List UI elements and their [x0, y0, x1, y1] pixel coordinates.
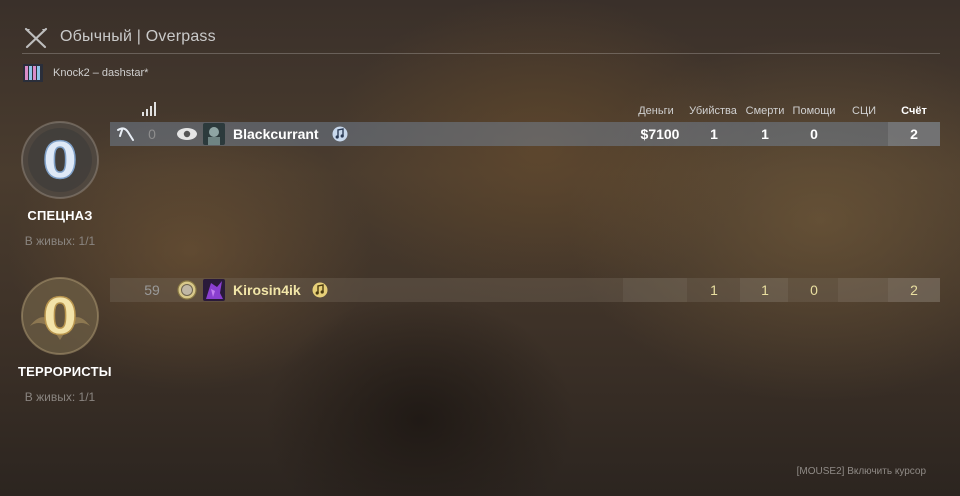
money-cell — [623, 278, 687, 302]
team-t-panel: 0 ТЕРРОРИСТЫ В живых: 1/1 — [18, 274, 112, 414]
column-header-deaths: Смерти — [745, 105, 785, 117]
server-name: Knock2 – dashstar* — [53, 67, 149, 79]
player-deaths: 1 — [761, 126, 769, 142]
player-name[interactable]: Blackcurrant — [233, 126, 319, 142]
t-team-alive: В живых: 1/1 — [24, 390, 96, 404]
rank-eye-icon — [177, 128, 197, 140]
team-ct-panel: 0 СПЕЦНАЗ В живых: 1/1 — [18, 118, 102, 258]
column-header-money: Деньги — [638, 105, 674, 117]
player-kills: 1 — [710, 126, 718, 142]
player-row-ct[interactable]: 0 Blackcurrant $7100 1 1 0 2 — [110, 122, 940, 146]
player-assists: 0 — [810, 282, 818, 298]
t-team-emblem-icon: 0 — [21, 277, 99, 355]
crossed-swords-icon — [24, 27, 48, 49]
ct-team-alive: В живых: 1/1 — [24, 234, 96, 248]
column-header-mvp: СЦИ — [852, 105, 876, 117]
ct-team-emblem-icon: 0 — [21, 121, 99, 199]
server-logo-icon — [23, 64, 43, 82]
player-ping: 59 — [144, 282, 160, 298]
music-kit-icon — [312, 282, 328, 298]
ping-signal-icon — [142, 102, 156, 116]
player-assists: 0 — [810, 126, 818, 142]
player-ping: 0 — [148, 126, 156, 142]
column-header-kills: Убийства — [689, 105, 737, 117]
player-deaths: 1 — [761, 282, 769, 298]
avatar[interactable] — [203, 279, 225, 301]
scoreboard-header: Обычный | Overpass — [22, 24, 940, 54]
ct-team-score: 0 — [43, 132, 78, 190]
ct-team-name: СПЕЦНАЗ — [27, 208, 93, 223]
player-score: 2 — [910, 126, 918, 142]
column-header-score: Счёт — [901, 105, 927, 117]
game-mode-map: Обычный | Overpass — [60, 28, 216, 45]
avatar[interactable] — [203, 123, 225, 145]
mvp-cell — [838, 278, 888, 302]
player-kills: 1 — [710, 282, 718, 298]
music-kit-icon — [332, 126, 348, 142]
player-money: $7100 — [640, 126, 680, 142]
column-header-assists: Помощи — [792, 105, 836, 117]
player-score: 2 — [910, 282, 918, 298]
t-team-score: 0 — [43, 288, 78, 346]
t-team-name: ТЕРРОРИСТЫ — [18, 364, 112, 379]
player-name[interactable]: Kirosin4ik — [233, 282, 301, 298]
cursor-hint: [MOUSE2] Включить курсор — [796, 466, 926, 477]
player-row-t[interactable]: 59 Kirosin4ik 1 1 0 2 — [110, 278, 940, 302]
rank-coin-icon — [177, 280, 197, 300]
